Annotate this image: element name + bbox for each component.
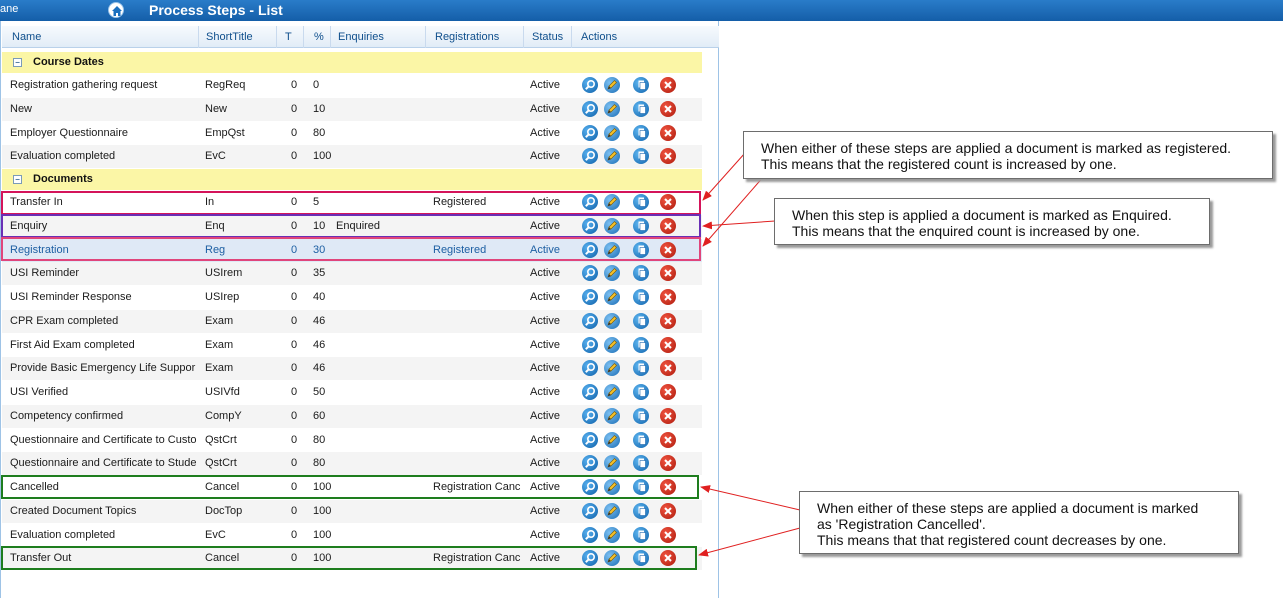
- note-cancelled-line-2: as 'Registration Cancelled'.: [817, 516, 986, 532]
- arrow-to-transfer-out: [698, 527, 801, 557]
- note-cancelled-line-3: This means that that registered count de…: [817, 532, 1167, 548]
- note-cancelled: When either of these steps are applied a…: [799, 491, 1239, 554]
- arrow-to-enquiry: [702, 220, 776, 230]
- arrow-to-transfer-in: [702, 152, 746, 201]
- arrow-to-cancelled: [700, 485, 801, 511]
- note-registered: When either of these steps are applied a…: [743, 131, 1273, 179]
- note-enquired-line-2: This means that the enquired count is in…: [792, 223, 1140, 239]
- note-registered-line-1: When either of these steps are applied a…: [761, 140, 1232, 156]
- note-cancelled-line-1: When either of these steps are applied a…: [817, 500, 1199, 516]
- note-enquired-line-1: When this step is applied a document is …: [792, 207, 1172, 223]
- note-registered-line-2: This means that the registered count is …: [761, 156, 1117, 172]
- arrow-to-registration: [702, 174, 766, 247]
- note-enquired: When this step is applied a document is …: [774, 198, 1210, 245]
